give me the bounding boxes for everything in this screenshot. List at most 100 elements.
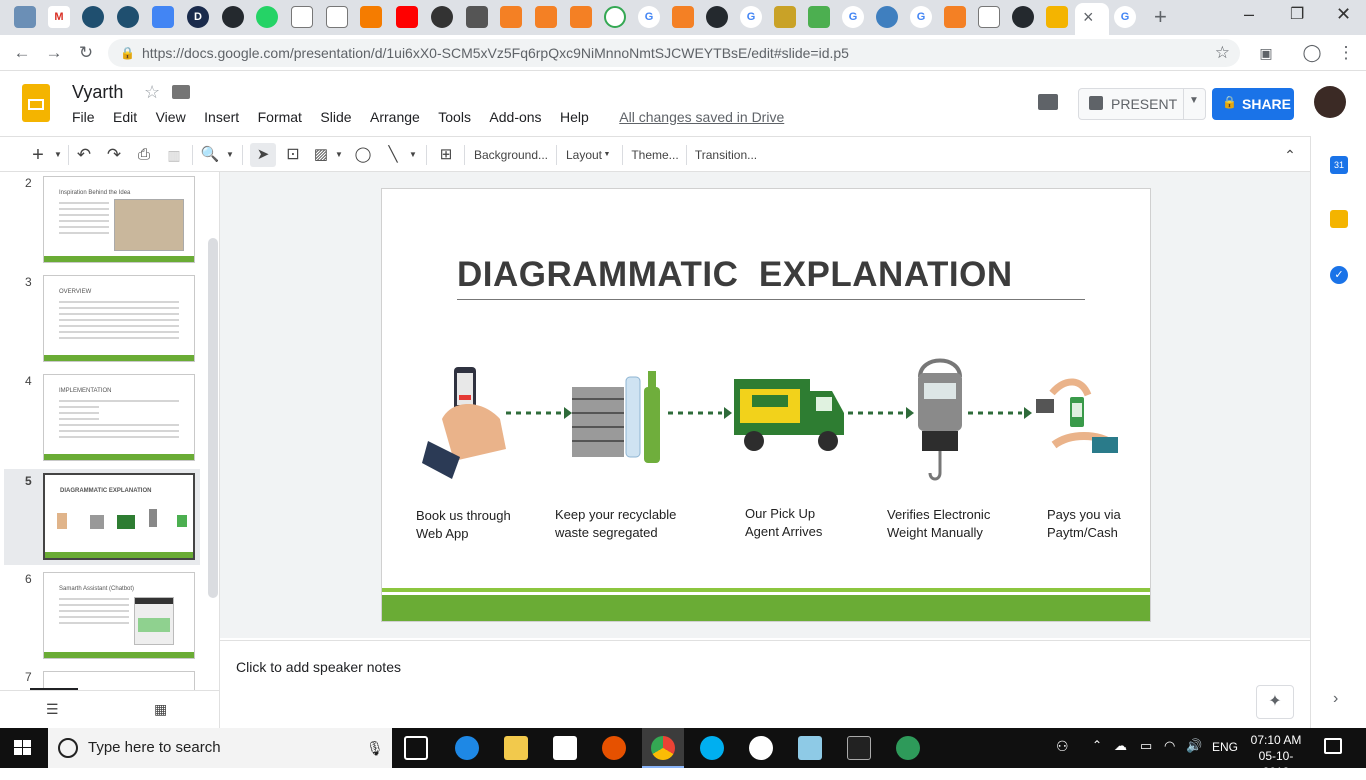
terminal-icon[interactable] (847, 736, 871, 760)
current-slide[interactable]: DIAGRAMMATIC EXPLANATION Book us through… (382, 189, 1150, 621)
tab-favicon-slides[interactable] (1046, 6, 1068, 28)
file-explorer-icon[interactable] (504, 736, 528, 760)
tab-favicon-globe[interactable] (876, 6, 898, 28)
tab-favicon-google[interactable]: G (638, 6, 660, 28)
chrome-icon[interactable] (651, 736, 675, 760)
explore-icon[interactable]: ✦ (1256, 685, 1294, 719)
tab-favicon-reader[interactable] (466, 6, 488, 28)
zoom-chevron-icon[interactable]: ▼ (224, 143, 236, 167)
tab-favicon-google-4[interactable]: G (910, 6, 932, 28)
maximize-icon[interactable]: ❐ (1290, 4, 1304, 24)
grid-view-icon[interactable]: ▦ (154, 701, 167, 718)
transition-button[interactable]: Transition... (692, 143, 760, 167)
menu-format[interactable]: Format (258, 109, 302, 125)
theme-button[interactable]: Theme... (630, 143, 680, 167)
skype-icon[interactable] (700, 736, 724, 760)
reload-icon[interactable]: ↻ (74, 41, 98, 65)
tab-favicon-stackoverflow-3[interactable] (570, 6, 592, 28)
tab-favicon-settings-2[interactable] (117, 6, 139, 28)
present-button[interactable]: PRESENT ▼ (1078, 88, 1206, 120)
chevron-down-icon[interactable]: ▼ (1189, 95, 1199, 106)
image-chevron-icon[interactable]: ▼ (334, 143, 344, 167)
menu-addons[interactable]: Add-ons (489, 109, 541, 125)
paint-format-icon[interactable]: ▥ (164, 143, 184, 167)
list-view-icon[interactable]: ☰ (46, 701, 59, 718)
volume-icon[interactable]: 🔊 (1186, 738, 1202, 754)
tasks-icon[interactable]: ✓ (1330, 266, 1348, 284)
close-tab-icon[interactable]: × (1083, 7, 1094, 28)
expand-panel-icon[interactable]: › (1333, 690, 1338, 708)
menu-insert[interactable]: Insert (204, 109, 239, 125)
back-icon[interactable]: ← (10, 41, 34, 65)
slide-thumbnail-2[interactable]: Inspiration Behind the Idea (43, 176, 195, 263)
step-caption-4[interactable]: Verifies Electronic Weight Manually (887, 506, 990, 542)
line-icon[interactable]: ╲ (382, 143, 404, 167)
tab-favicon-github-3[interactable] (1012, 6, 1034, 28)
tab-favicon-stackoverflow-2[interactable] (535, 6, 557, 28)
tab-favicon-orange[interactable] (360, 6, 382, 28)
extension-icon[interactable]: ▣ (1254, 41, 1278, 65)
tab-favicon-google-3[interactable]: G (842, 6, 864, 28)
print-icon[interactable]: ⎙ (134, 143, 154, 167)
add-comment-icon[interactable]: ⊞ (436, 143, 456, 167)
star-icon[interactable]: ☆ (144, 82, 160, 103)
shape-icon[interactable]: ◯ (352, 143, 374, 167)
profile-icon[interactable]: ◯ (1300, 41, 1324, 65)
undo-icon[interactable]: ↶ (74, 143, 94, 167)
calendar-icon[interactable]: 31 (1330, 156, 1348, 174)
tab-favicon-drive[interactable] (14, 6, 36, 28)
wifi-icon[interactable]: ◠ (1164, 738, 1175, 754)
address-bar[interactable]: 🔒 https://docs.google.com/presentation/d… (108, 39, 1240, 67)
tab-favicon-chrome[interactable] (604, 6, 626, 28)
taskbar-search[interactable]: Type here to search 🎙 (48, 728, 392, 768)
notification-icon[interactable] (1324, 738, 1342, 754)
tab-favicon-google-2[interactable]: G (740, 6, 762, 28)
slide-thumbnail-3[interactable]: OVERVIEW (43, 275, 195, 362)
folder-icon[interactable] (172, 85, 190, 99)
slides-logo-icon[interactable] (22, 84, 50, 122)
menu-view[interactable]: View (156, 109, 186, 125)
speaker-notes[interactable]: Click to add speaker notes ✦ (220, 640, 1310, 730)
language-indicator[interactable]: ENG (1212, 740, 1238, 754)
tab-favicon-w3[interactable] (808, 6, 830, 28)
avatar[interactable] (1314, 86, 1346, 118)
keep-icon[interactable] (1330, 210, 1348, 228)
line-chevron-icon[interactable]: ▼ (408, 143, 418, 167)
menu-edit[interactable]: Edit (113, 109, 137, 125)
tab-favicon-github[interactable] (222, 6, 244, 28)
task-view-icon[interactable] (404, 736, 428, 760)
tray-chevron-icon[interactable]: ⌃ (1092, 738, 1102, 752)
filmstrip-scrollbar[interactable] (208, 238, 218, 598)
tab-favicon-d[interactable]: D (187, 6, 209, 28)
step-caption-1[interactable]: Book us through Web App (416, 507, 511, 543)
forward-icon[interactable]: → (42, 41, 66, 65)
people-icon[interactable]: ⚇ (1056, 738, 1069, 755)
save-status[interactable]: All changes saved in Drive (619, 109, 784, 125)
select-cursor-icon[interactable]: ➤ (250, 143, 276, 167)
background-button[interactable]: Background... (472, 143, 550, 167)
menu-arrange[interactable]: Arrange (370, 109, 420, 125)
edge-icon[interactable] (455, 736, 479, 760)
share-button[interactable]: 🔒 SHARE (1212, 88, 1294, 120)
new-slide-icon[interactable]: + (28, 143, 48, 167)
new-tab-button[interactable]: + (1154, 4, 1167, 30)
microphone-icon[interactable]: 🎙 (366, 728, 384, 768)
tab-favicon-docs[interactable] (152, 6, 174, 28)
tab-favicon-settings[interactable] (82, 6, 104, 28)
new-slide-chevron-icon[interactable]: ▼ (52, 143, 64, 167)
layout-chevron-icon[interactable]: ▼ (602, 143, 612, 167)
tab-favicon-gmail[interactable]: M (48, 6, 70, 28)
layout-button[interactable]: Layout (564, 143, 604, 167)
minimize-icon[interactable]: – (1244, 4, 1254, 25)
slide-thumbnail-4[interactable]: IMPLEMENTATION (43, 374, 195, 461)
music-app-icon[interactable] (602, 736, 626, 760)
tab-favicon-page-2[interactable] (326, 6, 348, 28)
zoom-icon[interactable]: 🔍 (200, 143, 220, 167)
tab-favicon-whatsapp[interactable] (256, 6, 278, 28)
tab-favicon-page[interactable] (291, 6, 313, 28)
clock[interactable]: 07:10 AM 05-10-2018 (1246, 732, 1306, 780)
tab-favicon-github-2[interactable] (706, 6, 728, 28)
step-caption-2[interactable]: Keep your recyclable waste segregated (555, 506, 676, 542)
tab-favicon-stackoverflow[interactable] (500, 6, 522, 28)
bookmark-star-icon[interactable]: ☆ (1215, 39, 1230, 67)
